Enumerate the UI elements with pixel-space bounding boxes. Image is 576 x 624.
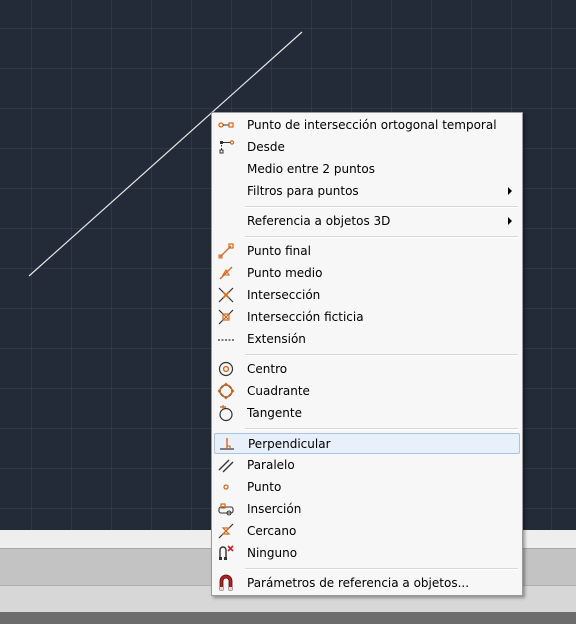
menu-separator — [245, 428, 518, 430]
menu-item-temporary-track[interactable]: Punto de intersección ortogonal temporal — [214, 115, 520, 136]
none-icon — [217, 544, 235, 562]
menu-item-nearest[interactable]: Cercano — [214, 521, 520, 542]
osnap-settings-icon — [217, 574, 235, 592]
menu-item-label: Filtros para puntos — [247, 184, 359, 198]
submenu-arrow-icon — [508, 217, 512, 225]
node-icon — [217, 478, 235, 496]
menu-item-extension[interactable]: Extensión — [214, 329, 520, 350]
menu-item-label: Inserción — [247, 502, 302, 516]
menu-item-label: Centro — [247, 362, 288, 376]
center-icon — [217, 360, 235, 378]
nearest-icon — [217, 522, 235, 540]
menu-item-label: Punto de intersección ortogonal temporal — [247, 118, 497, 132]
menu-item-midpoint[interactable]: Punto medio — [214, 263, 520, 284]
menu-item-intersection[interactable]: Intersección — [214, 285, 520, 306]
menu-item-osnap-settings[interactable]: Parámetros de referencia a objetos... — [214, 573, 520, 594]
menu-item-label: Parámetros de referencia a objetos... — [247, 576, 470, 590]
menu-separator — [245, 354, 518, 356]
temporary-track-icon — [217, 116, 235, 134]
menu-item-apparent-intersection[interactable]: Intersección ficticia — [214, 307, 520, 328]
menu-item-label: Medio entre 2 puntos — [247, 162, 375, 176]
submenu-arrow-icon — [508, 187, 512, 195]
apparent-intersection-icon — [217, 308, 235, 326]
menu-item-parallel[interactable]: Paralelo — [214, 455, 520, 476]
menu-item-label: Ninguno — [247, 546, 298, 560]
midpoint-icon — [217, 264, 235, 282]
menu-item-label: Intersección — [247, 288, 321, 302]
object-snap-context-menu: Punto de intersección ortogonal temporal… — [211, 112, 523, 596]
insertion-icon — [217, 500, 235, 518]
menu-item-3d-object-snap[interactable]: Referencia a objetos 3D — [214, 211, 520, 232]
menu-item-point-filters[interactable]: Filtros para puntos — [214, 181, 520, 202]
menu-item-label: Desde — [247, 140, 285, 154]
menu-item-label: Tangente — [247, 406, 302, 420]
tangent-icon — [217, 404, 235, 422]
menu-item-label: Extensión — [247, 332, 306, 346]
menu-item-none[interactable]: Ninguno — [214, 543, 520, 564]
menu-item-label: Punto — [247, 480, 282, 494]
menu-separator — [245, 206, 518, 208]
extension-icon — [217, 330, 235, 348]
menu-item-label: Cercano — [247, 524, 297, 538]
menu-item-perpendicular[interactable]: Perpendicular — [214, 433, 520, 454]
parallel-icon — [217, 456, 235, 474]
menu-item-label: Paralelo — [247, 458, 295, 472]
menu-item-mid-between-2-points[interactable]: Medio entre 2 puntos — [214, 159, 520, 180]
menu-separator — [245, 568, 518, 570]
menu-item-from[interactable]: Desde — [214, 137, 520, 158]
intersection-icon — [217, 286, 235, 304]
taskbar-edge — [0, 612, 576, 624]
menu-item-label: Cuadrante — [247, 384, 310, 398]
menu-item-label: Referencia a objetos 3D — [247, 214, 391, 228]
menu-item-endpoint[interactable]: Punto final — [214, 241, 520, 262]
menu-item-label: Perpendicular — [248, 437, 331, 451]
quadrant-icon — [217, 382, 235, 400]
menu-item-center[interactable]: Centro — [214, 359, 520, 380]
endpoint-icon — [217, 242, 235, 260]
menu-item-node[interactable]: Punto — [214, 477, 520, 498]
menu-item-label: Punto medio — [247, 266, 323, 280]
menu-item-label: Intersección ficticia — [247, 310, 364, 324]
perpendicular-icon — [218, 435, 236, 453]
menu-item-tangent[interactable]: Tangente — [214, 403, 520, 424]
menu-item-quadrant[interactable]: Cuadrante — [214, 381, 520, 402]
from-icon — [217, 138, 235, 156]
menu-item-label: Punto final — [247, 244, 311, 258]
menu-item-insertion[interactable]: Inserción — [214, 499, 520, 520]
menu-separator — [245, 236, 518, 238]
